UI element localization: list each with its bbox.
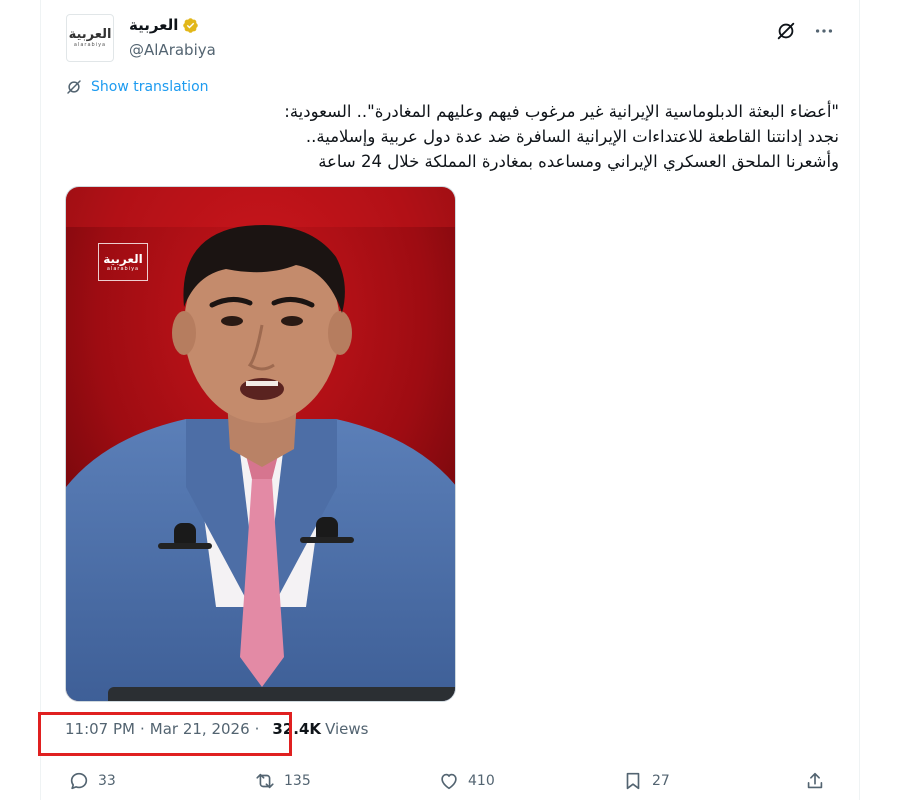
repost-icon xyxy=(256,773,274,789)
more-dots-glyph xyxy=(815,29,833,33)
tweet-time[interactable]: 11:07 PM xyxy=(65,720,135,738)
repost-button[interactable]: 135 xyxy=(254,770,311,792)
action-bar: 33 135 410 27 xyxy=(40,766,860,800)
reply-count: 33 xyxy=(98,773,116,789)
page: العربية alarabiya العربية @AlArabiya Sho… xyxy=(0,0,900,800)
tweet-meta: 11:07 PM · Mar 21, 2026 · 32.4K Views xyxy=(65,720,368,738)
top-actions xyxy=(775,20,835,42)
share-icon xyxy=(807,772,823,789)
bookmark-button[interactable]: 27 xyxy=(622,770,670,792)
channel-logo: العربية alarabiya xyxy=(98,243,148,281)
tweet-text-line: "أعضاء البعثة الدبلوماسية الإيرانية غير … xyxy=(284,102,839,121)
reply-icon xyxy=(70,772,88,790)
show-translation-link[interactable]: Show translation xyxy=(91,79,209,95)
like-count: 410 xyxy=(468,773,495,789)
channel-logo-text: العربية xyxy=(103,251,143,266)
grok-translate-icon xyxy=(67,80,81,94)
author-handle[interactable]: @AlArabiya xyxy=(129,41,216,59)
more-options-icon[interactable] xyxy=(813,20,835,42)
avatar-logo-text: العربية xyxy=(68,26,112,42)
tweet-video[interactable]: العربية alarabiya xyxy=(65,186,456,702)
tweet-panel: العربية alarabiya العربية @AlArabiya Sho… xyxy=(40,0,860,800)
like-button[interactable]: 410 xyxy=(438,770,495,792)
avatar[interactable]: العربية alarabiya xyxy=(66,14,114,62)
meta-separator: · xyxy=(139,720,145,738)
tweet-text-line: وأشعرنا الملحق العسكري الإيراني ومساعده … xyxy=(318,152,839,171)
views-count: 32.4K xyxy=(272,720,322,738)
grok-glyph xyxy=(777,22,795,40)
channel-logo-subtext: alarabiya xyxy=(106,265,140,272)
share-button[interactable] xyxy=(804,770,826,792)
video-control-bar[interactable] xyxy=(108,687,455,701)
grok-icon[interactable] xyxy=(775,20,797,42)
bookmark-count: 27 xyxy=(652,773,670,789)
tweet-text: "أعضاء البعثة الدبلوماسية الإيرانية غير … xyxy=(65,99,839,174)
reply-button[interactable]: 33 xyxy=(68,770,116,792)
heart-icon xyxy=(441,773,457,790)
views-label: Views xyxy=(325,720,369,738)
meta-separator: · xyxy=(254,720,260,738)
verified-badge-icon xyxy=(183,17,199,33)
tweet-text-line: نجدد إدانتنا القاطعة للاعتداءات الإيراني… xyxy=(305,127,839,146)
avatar-logo-subtext: alarabiya xyxy=(73,41,107,48)
translation-row: Show translation xyxy=(65,78,209,96)
bookmark-icon xyxy=(626,772,640,790)
repost-count: 135 xyxy=(284,773,311,789)
tweet-date[interactable]: Mar 21, 2026 xyxy=(150,720,250,738)
author-display-name[interactable]: العربية xyxy=(129,16,178,34)
author-name-row: العربية xyxy=(129,16,199,34)
